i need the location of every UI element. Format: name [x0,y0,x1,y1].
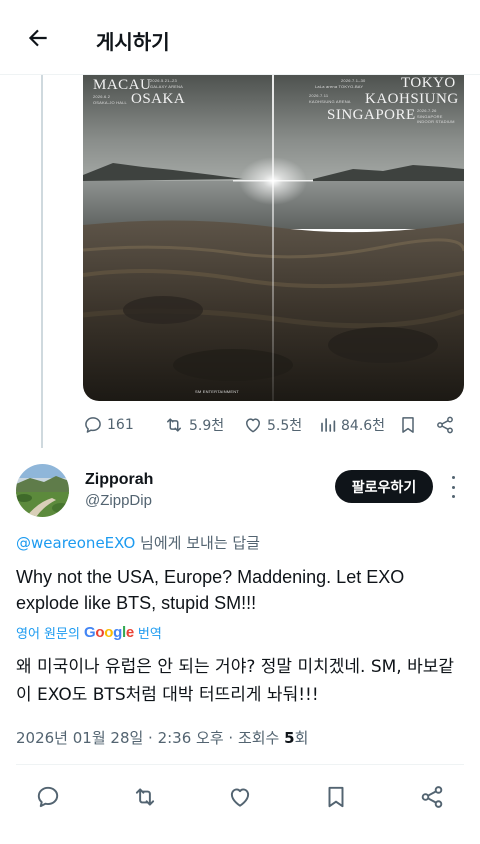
poster-osaka-date: 2026.6.2 [93,94,111,99]
poster-singapore-date: 2026.7.26 [417,108,437,113]
thread-connector-line [41,75,43,448]
reply-button[interactable]: 161 [83,410,134,440]
back-button[interactable] [22,22,54,54]
speech-bubble-icon [85,417,101,433]
speech-bubble-icon [37,786,59,808]
bookmark-button-bottom[interactable] [321,782,351,812]
divider [16,764,464,765]
poster-city-tokyo: TOKYO [401,75,456,91]
poster-city-osaka: OSAKA [131,91,186,107]
follow-button[interactable]: 팔로우하기 [335,470,433,503]
poster-tokyo-date: 2026.7.1–30 [341,78,366,83]
reply-tweet-action-bar [0,776,480,816]
bookmark-icon [402,417,414,433]
page-title: 게시하기 [96,30,170,54]
like-button-bottom[interactable] [225,782,255,812]
reply-tweet-text: Why not the USA, Europe? Maddening. Let … [16,567,405,613]
repost-button-bottom[interactable] [130,782,160,812]
arrow-left-icon [28,29,47,47]
vertical-dot [451,495,455,498]
heart-icon [230,788,250,807]
google-logo: Google [83,624,134,641]
top-app-bar: 게시하기 [0,0,480,75]
poster-city-kaohsiung: KAOHSIUNG [365,91,459,107]
poster-kaohsiung-venue: KAOHSIUNG ARENA [309,99,351,104]
views-button[interactable]: 84.6천 [319,410,385,440]
translate-suffix: 번역 [137,627,162,642]
tweet-media-image[interactable]: MACAU 2026.5.21–23 GALAXY ARENA 2026.6.2… [83,75,464,401]
reply-count: 161 [107,417,134,433]
repost-icon [135,788,155,806]
tweet-timestamp: 2026년 01월 28일 · 2:36 오후 · 조회수 [16,729,285,747]
repost-button[interactable]: 5.9천 [163,410,224,440]
quoted-tweet-action-bar: 161 5.9천 5.5천 84.6천 [83,410,464,440]
share-icon [437,416,453,434]
avatar-landscape-image [16,464,69,517]
tweet-timestamp-views: 2026년 01월 28일 · 2:36 오후 · 조회수 5회 [16,727,308,748]
poster-kaohsiung-date: 2026.7.11 [309,93,329,98]
poster-macau-date: 2026.5.21–23 [150,78,177,83]
translated-tweet-text: 왜 미국이나 유럽은 안 되는 거야? 정말 미치겠네. SM, 바보같이 EX… [16,657,455,705]
translate-prefix: 영어 원문의 [16,627,80,642]
repost-count: 5.9천 [189,418,225,434]
share-button-bottom[interactable] [417,782,447,812]
share-button[interactable] [435,410,455,440]
author-display-name[interactable]: Zipporah [85,471,153,489]
poster-macau-venue: GALAXY ARENA [150,84,184,89]
like-count: 5.5천 [267,418,303,434]
tweet-view-count: 5 [284,729,295,747]
vertical-dots-icon [451,476,455,479]
bookmark-button[interactable] [398,410,418,440]
bar-chart-icon [321,418,336,432]
like-button[interactable]: 5.5천 [243,410,302,440]
avatar[interactable] [16,464,69,517]
more-options-button[interactable] [445,476,461,498]
vertical-dot [451,485,455,489]
repost-icon [167,418,181,432]
heart-icon [246,418,260,433]
reply-button-bottom[interactable] [33,782,63,812]
reply-to-suffix: 님에게 보내는 답글 [135,534,260,552]
replying-to-line: @weareoneEXO 님에게 보내는 답글 [16,532,260,553]
views-count: 84.6천 [341,418,386,434]
poster-city-singapore: SINGAPORE [327,107,416,123]
poster-tokyo-venue: LaLa arena TOKYO-BAY [315,84,364,89]
share-icon [421,786,443,808]
poster-singapore-venue: SINGAPORE INDOOR STADIUM [417,114,455,124]
poster-logo: SM ENTERTAINMENT [195,389,239,394]
poster-osaka-venue: OSAKA-JO HALL [93,100,127,105]
bookmark-icon [328,786,344,808]
translate-link[interactable]: 영어 원문의 Google 번역 [16,623,162,642]
reply-to-mention-link[interactable]: @weareoneEXO [16,534,135,552]
tweet-view-unit: 회 [294,729,309,747]
author-handle[interactable]: @ZippDip [85,492,152,509]
